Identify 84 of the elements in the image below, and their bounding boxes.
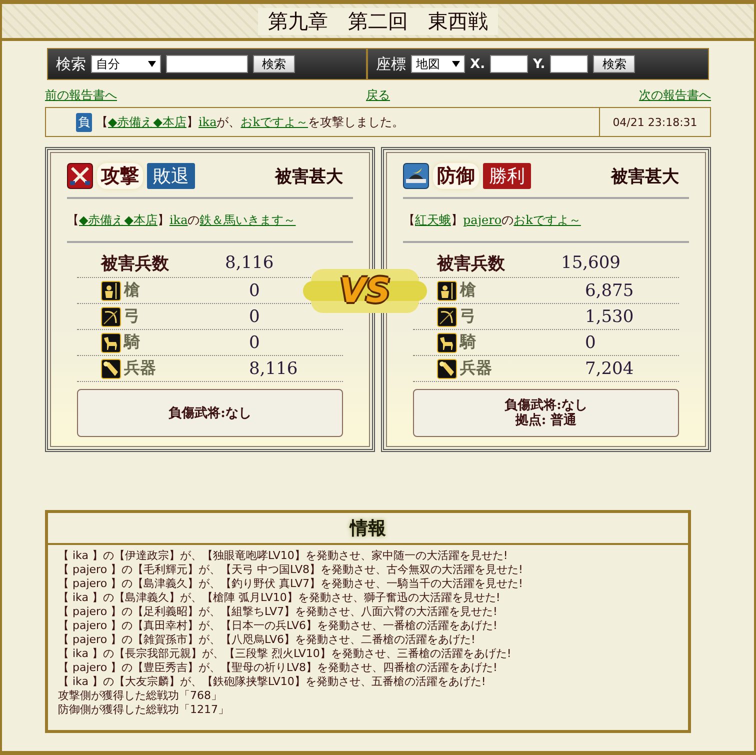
report-time: 04/21 23:18:31 xyxy=(612,114,698,130)
horse-icon xyxy=(437,332,457,352)
owner-link[interactable]: ◆赤備え◆本店 xyxy=(79,212,158,228)
damage-level: 被害甚大 xyxy=(275,166,344,188)
previous-report-link[interactable]: 前の報告書へ xyxy=(45,87,117,104)
unit-label: 騎 xyxy=(124,332,140,353)
owner-link[interactable]: 鉄＆馬いきます～ xyxy=(200,212,296,228)
caret-icon xyxy=(452,61,460,67)
log-line: 【 pajero 】の【真田幸村】が、【日本一の兵LV6】を発動させ、一番槍の活躍をあげた! xyxy=(58,619,498,633)
helmet-icon xyxy=(403,163,429,189)
spearman-icon xyxy=(101,280,121,300)
log-line: 【 pajero 】の【毛利輝元】が、【天弓 中つ国LV8】を発動させ、古今無双の大活躍を見せた! xyxy=(58,563,524,577)
result-badge: 敗退 xyxy=(147,163,195,189)
page-title: 第九章 第二回 東西戦 xyxy=(258,8,498,34)
unit-label: 槍 xyxy=(124,280,140,301)
role-label: 防御 xyxy=(433,163,479,189)
log-line: 【 ika 】の【長宗我部元親】が、【三段撃 烈火LV10】を発動させ、三番槍の活躍をあげた! xyxy=(58,647,512,661)
note-text: 拠点: 普通 xyxy=(515,413,577,428)
cannon-icon xyxy=(437,358,457,378)
summary-text: 【◆赤備え◆本店】ikaが、おkですよ～を攻撃しました。 xyxy=(96,114,404,130)
search-button[interactable]: 検索 xyxy=(593,55,636,73)
owner-link[interactable]: ika xyxy=(169,213,188,227)
stat-value: 6,875 xyxy=(585,280,634,300)
unit-label: 騎 xyxy=(460,332,476,353)
search-field[interactable] xyxy=(166,55,248,73)
log-line: 【 ika 】の【島津義久】が、【槍陣 弧月LV10】を発動させ、獅子奮迅の大活躍を見せた! xyxy=(58,591,502,605)
vs-label: VS xyxy=(340,271,390,311)
search-button[interactable]: 検索 xyxy=(253,55,295,73)
owner-link[interactable]: 紅天蛾 xyxy=(415,212,451,228)
summary-link[interactable]: おkですよ～ xyxy=(240,114,308,128)
stat-value: 1,530 xyxy=(585,306,634,326)
stat-value: 0 xyxy=(249,332,260,352)
stat-value: 8,116 xyxy=(249,358,298,378)
spearman-icon xyxy=(437,280,457,300)
log-line: 【 ika 】の【大友宗麟】が、【鉄砲隊挟撃LV10】を発動させ、五番槍の活躍をあげた! xyxy=(58,675,487,689)
y-label: Y. xyxy=(533,56,546,72)
owner-link[interactable]: おkですよ～ xyxy=(514,212,581,228)
horse-icon xyxy=(101,332,121,352)
crossed-swords-icon xyxy=(67,163,93,189)
owner-text: 【◆赤備え◆本店】ikaの鉄＆馬いきます～ xyxy=(67,210,297,230)
caret-icon xyxy=(148,61,156,67)
stat-value: 0 xyxy=(249,306,260,326)
stat-value: 0 xyxy=(585,332,596,352)
bow-icon xyxy=(437,306,457,326)
unit-label: 弓 xyxy=(124,306,140,327)
x-label: X. xyxy=(470,56,486,72)
damage-level: 被害甚大 xyxy=(611,166,680,188)
log-line: 【 pajero 】の【島津義久】が、【釣り野伏 真LV7】を発動させ、一騎当千の大活躍を見せた! xyxy=(58,577,524,591)
search-label: 検索 xyxy=(56,54,86,74)
log-line: 【 ika 】の【伊達政宗】が、【独眼竜咆哮LV10】を発動させ、家中随一の大活躍を見せた! xyxy=(58,549,509,563)
stat-value: 0 xyxy=(249,280,260,300)
note-text: 負傷武将:なし xyxy=(504,398,588,413)
y-field[interactable] xyxy=(550,55,588,73)
role-label: 攻撃 xyxy=(97,163,143,189)
log-line: 攻撃側が獲得した総戦功「768」 xyxy=(58,689,223,703)
target-select[interactable]: 自分 xyxy=(91,55,161,73)
stat-value: 15,609 xyxy=(561,253,620,273)
unit-label: 槍 xyxy=(460,280,476,301)
summary-link[interactable]: ika xyxy=(198,114,217,128)
x-field[interactable] xyxy=(490,55,528,73)
stat-value: 8,116 xyxy=(225,253,274,273)
cannon-icon xyxy=(101,358,121,378)
coordinate-label: 座標 xyxy=(376,54,406,74)
back-link[interactable]: 戻る xyxy=(366,87,390,104)
result-badge: 負 xyxy=(76,112,92,132)
log-line: 【 pajero 】の【雑賀孫市】が、【八咫烏LV6】を発動させ、二番槍の活躍をあげた! xyxy=(58,633,476,647)
stat-label: 被害兵数 xyxy=(436,252,506,274)
owner-link[interactable]: pajero xyxy=(463,213,502,227)
log-line: 【 pajero 】の【足利義昭】が、【組撃ちLV7】を発動させ、八面六臂の大活躍を見せた! xyxy=(58,605,498,619)
bow-icon xyxy=(101,306,121,326)
log-line: 防御側が獲得した総戦功「1217」 xyxy=(58,703,230,717)
unit-label: 兵器 xyxy=(460,358,492,379)
note-text: 負傷武将:なし xyxy=(168,406,252,420)
unit-label: 兵器 xyxy=(124,358,156,379)
result-badge: 勝利 xyxy=(483,163,531,189)
summary-link[interactable]: ◆赤備え◆本店 xyxy=(108,114,186,128)
stat-value: 7,204 xyxy=(585,358,634,378)
map-select[interactable]: 地図 xyxy=(411,55,466,73)
owner-text: 【紅天蛾】pajeroのおkですよ～ xyxy=(403,210,582,230)
info-title: 情報 xyxy=(350,517,386,540)
unit-label: 弓 xyxy=(460,306,476,327)
next-report-link[interactable]: 次の報告書へ xyxy=(639,87,711,104)
log-line: 【 pajero 】の【豊臣秀吉】が、【聖母の祈りLV8】を発動させ、四番槍の活躍をあげた! xyxy=(58,661,498,675)
stat-label: 被害兵数 xyxy=(100,252,170,274)
